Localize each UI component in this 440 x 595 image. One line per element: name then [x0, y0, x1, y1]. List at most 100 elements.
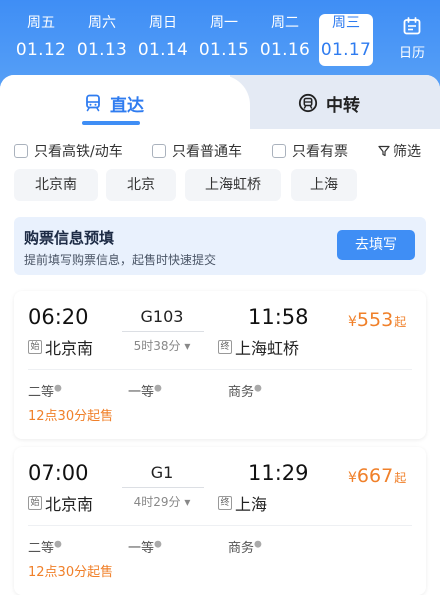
arrive-station: 终 上海虹桥: [218, 335, 299, 359]
calendar-icon: [403, 17, 421, 35]
checkbox-icon[interactable]: [14, 144, 28, 158]
dot-icon: ●: [254, 539, 262, 550]
price-currency: ¥: [348, 314, 357, 330]
station-chip[interactable]: 上海: [291, 169, 357, 201]
station-chip[interactable]: 北京南: [14, 169, 98, 201]
train-code: G1: [150, 463, 174, 482]
arrive-time: 11:29: [248, 461, 309, 485]
caret-down-icon: ▾: [184, 339, 191, 353]
duration-divider: [122, 331, 204, 332]
prefill-banner: 购票信息预填 提前填写购票信息，起售时快速提交 去填写: [14, 217, 426, 275]
transfer-icon: [298, 93, 318, 113]
seat-label: 商务: [228, 541, 255, 556]
tab-transfer-label: 中转: [326, 95, 360, 116]
date-value: 01.17: [320, 40, 372, 60]
arrive-time: 11:58: [248, 305, 309, 329]
date-value: 01.16: [259, 40, 311, 60]
price-currency: ¥: [348, 470, 357, 486]
date-item[interactable]: 周二 01.16: [258, 14, 312, 66]
date-value: 01.13: [76, 40, 128, 60]
filter-regular[interactable]: 只看普通车: [152, 141, 242, 161]
prefill-title: 购票信息预填: [24, 229, 115, 247]
price-value: 553: [356, 309, 394, 331]
filter-row: 只看高铁/动车 只看普通车 只看有票 筛选: [14, 141, 426, 163]
arrive-station-name: 上海: [235, 495, 268, 514]
date-item[interactable]: 周一 01.15: [197, 14, 251, 66]
filter-high-speed[interactable]: 只看高铁/动车: [14, 141, 123, 161]
content-area: 只看高铁/动车 只看普通车 只看有票 筛选 北京南 北京 上海虹桥 上海 购票信…: [0, 129, 440, 595]
date-weekday: 周六: [88, 15, 116, 31]
depart-station-name: 北京南: [45, 339, 94, 358]
dot-icon: ●: [254, 383, 262, 394]
seat-class: 一等●: [128, 381, 162, 400]
filter-available-label: 只看有票: [292, 144, 348, 160]
terminal-tag: 终: [218, 340, 232, 354]
dot-icon: ●: [54, 539, 62, 550]
date-value: 01.12: [15, 40, 67, 60]
seat-label: 商务: [228, 385, 255, 400]
terminal-tag: 终: [218, 496, 232, 510]
tab-bar: 直达 中转: [0, 75, 440, 129]
depart-station-name: 北京南: [45, 495, 94, 514]
duration[interactable]: 4时29分 ▾: [118, 493, 206, 510]
tab-direct-label: 直达: [110, 95, 144, 116]
depart-time: 06:20: [28, 305, 89, 329]
checkbox-icon[interactable]: [272, 144, 286, 158]
date-item[interactable]: 周日 01.14: [136, 14, 190, 66]
price: ¥ 667 起: [348, 465, 406, 487]
filter-regular-label: 只看普通车: [172, 144, 242, 160]
seat-class: 商务●: [228, 537, 262, 556]
date-item-selected[interactable]: 周三 01.17: [319, 14, 373, 66]
seat-label: 二等: [28, 541, 55, 556]
filter-high-speed-label: 只看高铁/动车: [34, 144, 123, 160]
seat-label: 一等: [128, 385, 155, 400]
filter-button[interactable]: 筛选: [378, 141, 421, 161]
sale-time: 12点30分起售: [28, 409, 114, 424]
dot-icon: ●: [154, 539, 162, 550]
card-divider: [28, 525, 412, 526]
price: ¥ 553 起: [348, 309, 406, 331]
prefill-button[interactable]: 去填写: [337, 230, 415, 260]
dot-icon: ●: [154, 383, 162, 394]
date-value: 01.15: [198, 40, 250, 60]
date-weekday: 周日: [149, 15, 177, 31]
seat-class: 一等●: [128, 537, 162, 556]
tab-active-indicator: [82, 121, 140, 125]
train-card[interactable]: 07:00 G1 4时29分 ▾ 11:29 始 北京南 终 上海 ¥ 667 …: [14, 447, 426, 595]
tab-direct-content[interactable]: 直达: [84, 91, 144, 116]
origin-tag: 始: [28, 496, 42, 510]
seat-label: 二等: [28, 385, 55, 400]
date-weekday: 周一: [210, 15, 238, 31]
duration[interactable]: 5时38分 ▾: [118, 337, 206, 354]
price-value: 667: [356, 465, 394, 487]
checkbox-icon[interactable]: [152, 144, 166, 158]
duration-divider: [122, 487, 204, 488]
main-panel: 直达 中转 只看高铁/动车 只看普通车 只看有票 筛选 北京南 北京 上海虹桥 …: [0, 75, 440, 595]
arrive-station: 终 上海: [218, 491, 267, 515]
train-card[interactable]: 06:20 G103 5时38分 ▾ 11:58 始 北京南 终 上海虹桥 ¥ …: [14, 291, 426, 439]
station-chip[interactable]: 北京: [106, 169, 176, 201]
arrive-station-name: 上海虹桥: [235, 339, 300, 358]
date-item[interactable]: 周五 01.12: [14, 14, 68, 66]
calendar-button[interactable]: 日历: [392, 16, 432, 61]
price-suffix: 起: [394, 471, 407, 485]
card-divider: [28, 369, 412, 370]
seat-label: 一等: [128, 541, 155, 556]
duration-text: 4时29分: [133, 495, 181, 509]
caret-down-icon: ▾: [184, 495, 191, 509]
date-item[interactable]: 周六 01.13: [75, 14, 129, 66]
depart-time: 07:00: [28, 461, 89, 485]
funnel-icon: [378, 145, 390, 157]
filter-available[interactable]: 只看有票: [272, 141, 348, 161]
depart-station: 始 北京南: [28, 335, 93, 359]
duration-text: 5时38分: [133, 339, 181, 353]
price-suffix: 起: [394, 315, 407, 329]
calendar-label: 日历: [398, 46, 425, 61]
station-chip[interactable]: 上海虹桥: [185, 169, 281, 201]
date-weekday: 周五: [27, 15, 55, 31]
date-value: 01.14: [137, 40, 189, 60]
filter-button-label: 筛选: [393, 144, 421, 160]
tab-transfer-content[interactable]: 中转: [298, 91, 360, 116]
date-weekday: 周三: [332, 15, 360, 31]
seat-class: 二等●: [28, 381, 62, 400]
